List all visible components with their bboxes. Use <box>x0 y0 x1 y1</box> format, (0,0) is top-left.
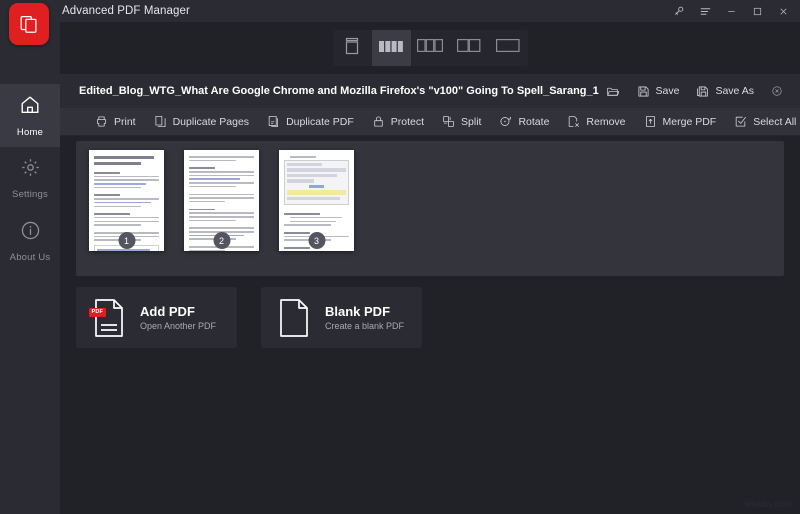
blank-page-icon <box>277 298 311 338</box>
pdf-badge-label: PDF <box>89 307 106 317</box>
close-circle-icon <box>771 85 783 97</box>
page-number-badge: 1 <box>118 232 135 249</box>
view-one-up[interactable] <box>489 30 528 66</box>
page-thumbnail[interactable]: 1 <box>89 150 164 251</box>
print-label: Print <box>114 115 136 128</box>
sidebar-item-label: Settings <box>12 189 48 200</box>
save-button[interactable]: Save <box>630 81 687 102</box>
split-label: Split <box>461 115 482 128</box>
protect-button[interactable]: Protect <box>363 108 433 136</box>
gear-icon <box>20 157 41 183</box>
view-single-stack[interactable] <box>333 30 372 66</box>
app-title: Advanced PDF Manager <box>62 5 190 17</box>
add-pdf-subtitle: Open Another PDF <box>140 321 217 331</box>
home-icon <box>19 94 41 121</box>
page-thumbnail[interactable]: 2 <box>184 150 259 251</box>
open-folder-icon[interactable] <box>606 85 619 98</box>
title-bar: Advanced PDF Manager <box>0 0 800 45</box>
action-cards: PDF Add PDF Open Another PDF Blank PDF C… <box>76 287 422 348</box>
save-as-label: Save As <box>715 85 754 97</box>
watermark: wsxdn.com <box>744 499 792 509</box>
save-label: Save <box>655 85 680 97</box>
merge-pdf-button[interactable]: Merge PDF <box>635 108 726 136</box>
duplicate-pages-label: Duplicate Pages <box>172 115 250 128</box>
split-icon <box>442 115 455 128</box>
minimize-icon[interactable] <box>718 0 744 22</box>
blank-pdf-card[interactable]: Blank PDF Create a blank PDF <box>261 287 422 348</box>
close-icon[interactable] <box>770 0 796 22</box>
thumbnail-list: 1 2 3 <box>76 141 784 251</box>
sidebar-item-label: Home <box>16 126 44 138</box>
rotate-icon <box>499 115 512 128</box>
save-as-disk-icon <box>696 85 709 98</box>
view-four-up[interactable] <box>371 30 411 66</box>
print-button[interactable]: Print <box>86 108 145 136</box>
printer-icon <box>95 115 108 128</box>
duplicate-pdf-label: Duplicate PDF <box>286 115 354 128</box>
view-mode-group <box>332 30 528 66</box>
merge-pdf-label: Merge PDF <box>662 115 717 128</box>
lock-icon <box>372 115 385 128</box>
duplicate-pages-button[interactable]: Duplicate Pages <box>145 108 258 136</box>
select-all-label: Select All <box>753 115 797 128</box>
duplicate-pdf-icon <box>267 115 280 128</box>
sidebar-item-about-us[interactable]: About Us <box>0 210 60 273</box>
info-icon <box>20 220 41 246</box>
duplicate-pages-icon <box>154 115 167 128</box>
two-column-grid-icon <box>457 39 481 57</box>
single-page-view-icon <box>344 37 360 60</box>
save-as-button[interactable]: Save As <box>689 81 761 102</box>
page-number-badge: 2 <box>213 232 230 249</box>
page-thumbnail[interactable]: 3 <box>279 150 354 251</box>
page-number-badge: 3 <box>308 232 325 249</box>
save-disk-icon <box>637 85 650 98</box>
protect-label: Protect <box>390 115 425 128</box>
checkbox-check-icon <box>734 115 747 128</box>
pdf-file-icon: PDF <box>89 298 126 338</box>
rotate-label: Rotate <box>518 115 550 128</box>
rotate-button[interactable]: Rotate <box>490 108 558 136</box>
window-controls <box>666 0 796 22</box>
close-file-button[interactable] <box>764 81 790 101</box>
merge-pdf-icon <box>644 115 657 128</box>
blank-pdf-text: Blank PDF Create a blank PDF <box>325 304 404 331</box>
file-bar: Edited_Blog_WTG_What Are Google Chrome a… <box>60 74 800 108</box>
blank-pdf-title: Blank PDF <box>325 304 391 319</box>
app-window: Advanced PDF Manager Home Settings About… <box>0 0 800 514</box>
duplicate-pdf-button[interactable]: Duplicate PDF <box>258 108 363 136</box>
add-pdf-card[interactable]: PDF Add PDF Open Another PDF <box>76 287 237 348</box>
key-icon[interactable] <box>666 0 692 22</box>
action-toolbar: Print Duplicate Pages Duplicate PDF Prot… <box>60 108 800 136</box>
view-three-up[interactable] <box>411 30 450 66</box>
file-name: Edited_Blog_WTG_What Are Google Chrome a… <box>79 85 599 97</box>
split-button[interactable]: Split <box>433 108 490 136</box>
add-pdf-text: Add PDF Open Another PDF <box>140 304 216 331</box>
select-all-button[interactable]: Select All <box>725 108 800 136</box>
three-column-grid-icon <box>417 39 444 57</box>
sidebar: Home Settings About Us <box>0 22 60 514</box>
one-page-wide-icon <box>496 39 520 57</box>
menu-icon[interactable] <box>692 0 718 22</box>
app-logo <box>9 3 49 45</box>
maximize-icon[interactable] <box>744 0 770 22</box>
remove-label: Remove <box>586 115 626 128</box>
file-actions: Save Save As <box>630 81 790 102</box>
add-pdf-title: Add PDF <box>140 304 195 319</box>
sidebar-item-label: About Us <box>9 252 51 263</box>
remove-button[interactable]: Remove <box>558 108 634 136</box>
view-two-up[interactable] <box>450 30 489 66</box>
page-thumbnail-panel: 1 2 3 <box>76 141 784 276</box>
four-column-grid-icon <box>379 39 403 57</box>
sidebar-item-home[interactable]: Home <box>0 84 60 147</box>
view-mode-bar <box>60 22 800 74</box>
sidebar-item-settings[interactable]: Settings <box>0 147 60 210</box>
remove-icon <box>567 115 580 128</box>
blank-pdf-subtitle: Create a blank PDF <box>325 321 405 331</box>
